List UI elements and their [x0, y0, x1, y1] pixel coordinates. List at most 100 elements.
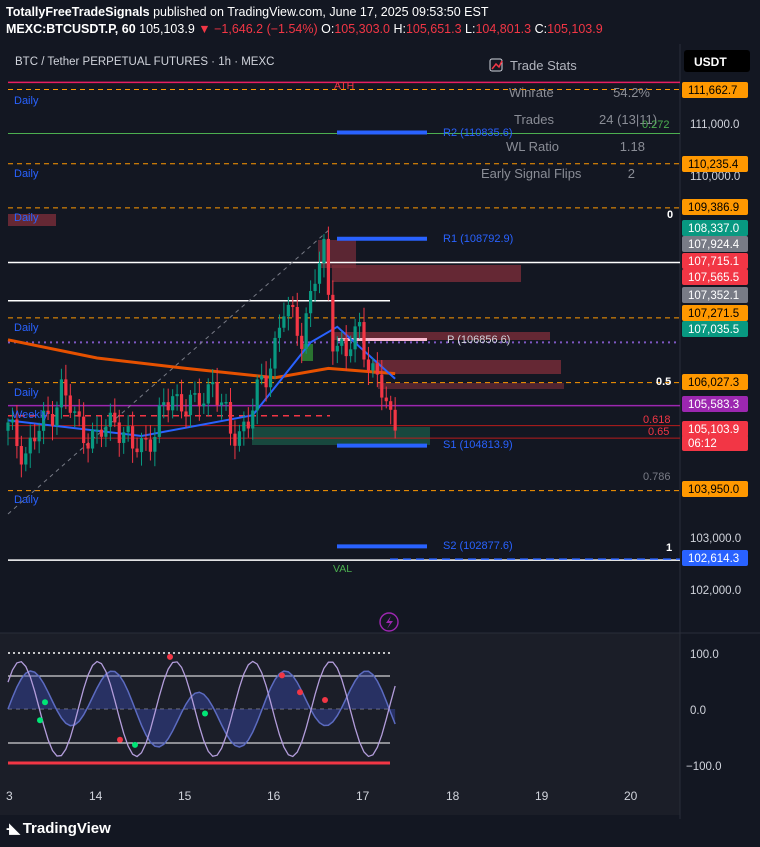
- supply-zone: [378, 383, 564, 389]
- osc-signal-dot: [322, 697, 328, 704]
- candle-body: [344, 338, 348, 357]
- candle-body: [37, 430, 41, 442]
- candle-body: [50, 413, 55, 426]
- candle-body: [375, 363, 379, 375]
- candle-body: [211, 382, 215, 385]
- weekly-label: Weekly: [12, 409, 48, 421]
- price-change: ▼ −1,646.2 (−1.54%): [198, 22, 318, 36]
- candle-body: [33, 437, 37, 442]
- fib-0-label: 0: [667, 209, 673, 221]
- candle-body: [197, 393, 201, 407]
- candle-body: [122, 432, 126, 443]
- usdt-button-label[interactable]: USDT: [694, 55, 727, 69]
- candle-body: [139, 438, 144, 453]
- candle-body: [179, 394, 184, 412]
- candle-body: [15, 419, 19, 447]
- candle-body: [108, 412, 112, 427]
- s2-label: S2 (102877.6): [443, 540, 513, 552]
- open-value: 105,303.0: [334, 22, 390, 36]
- candle-body: [6, 422, 10, 431]
- price-tag-label: 107,352.1: [688, 290, 739, 302]
- published-date: published on TradingView.com, June 17, 2…: [153, 5, 489, 19]
- candle-body: [371, 363, 375, 371]
- price-tag-label: 111,662.7: [688, 85, 737, 97]
- usdt-button[interactable]: USDT: [684, 50, 750, 72]
- candle-body: [353, 326, 357, 350]
- close-value: 105,103.9: [547, 22, 603, 36]
- candle-body: [220, 402, 224, 406]
- stat-label: WL Ratio: [506, 139, 559, 154]
- fib-1-label: 1: [666, 542, 672, 554]
- time-label: 16: [267, 789, 281, 803]
- ohlc-line: MEXC:BTCUSDT.P, 60 105,103.9 ▼ −1,646.2 …: [6, 22, 603, 36]
- candle-body: [340, 338, 344, 346]
- time-label: 14: [89, 789, 103, 803]
- stat-label: Winrate: [509, 85, 554, 100]
- price-tag-label: 107,565.5: [688, 272, 739, 284]
- price-tag-label: 106,027.3: [688, 377, 739, 389]
- candle-body: [162, 402, 166, 406]
- daily-label: Daily: [14, 322, 39, 334]
- osc-signal-dot: [297, 689, 303, 696]
- candle-body: [126, 426, 130, 433]
- chart-canvas[interactable]: BTC / Tether PERPETUAL FUTURES · 1h · ME…: [0, 44, 760, 819]
- osc-signal-dot: [42, 699, 48, 706]
- symbol-label: MEXC:BTCUSDT.P, 60: [6, 22, 136, 36]
- candle-body: [304, 313, 308, 349]
- candle-body: [77, 411, 81, 417]
- candle-body: [215, 382, 219, 406]
- daily-label: Daily: [14, 387, 39, 399]
- candle-body: [24, 453, 28, 465]
- tradingview-brand[interactable]: ‑◣ TradingView: [6, 819, 111, 837]
- candle-body: [389, 401, 393, 410]
- fib-0618-label: 0.618: [643, 414, 671, 426]
- candle-body: [331, 294, 335, 352]
- candle-body: [148, 439, 152, 452]
- candle-body: [282, 316, 286, 328]
- osc-tick: −100.0: [686, 761, 722, 773]
- candle-body: [166, 402, 170, 411]
- time-label: 19: [535, 789, 549, 803]
- candle-body: [255, 379, 259, 411]
- candle-body: [135, 448, 139, 453]
- candle-body: [335, 345, 339, 352]
- price-tag-label: 107,271.5: [688, 308, 739, 320]
- time-label: 15: [178, 789, 192, 803]
- time-label: 3: [6, 789, 13, 803]
- candle-body: [193, 393, 197, 395]
- candle-body: [233, 433, 237, 446]
- candle-body: [59, 379, 63, 408]
- supply-zone: [332, 265, 521, 282]
- fib-065-label: 0.65: [648, 426, 669, 438]
- osc-signal-dot: [279, 672, 285, 679]
- brand-name: TradingView: [22, 820, 111, 837]
- candle-body: [55, 407, 59, 426]
- daily-label: Daily: [14, 168, 39, 180]
- candle-body: [246, 421, 250, 429]
- time-label: 20: [624, 789, 638, 803]
- candle-body: [260, 375, 264, 380]
- candle-body: [68, 395, 72, 413]
- candle-body: [366, 359, 371, 371]
- daily-label: Daily: [14, 212, 39, 224]
- price-tag-label: 110,235.4: [688, 159, 739, 171]
- candle-body: [291, 304, 295, 308]
- candle-body: [175, 394, 179, 397]
- candle-body: [384, 397, 388, 402]
- candle-body: [82, 416, 86, 444]
- candle-body: [268, 368, 273, 388]
- stat-value: 54.2%: [613, 85, 650, 100]
- price-tag-label: 107,924.4: [688, 239, 740, 251]
- candle-body: [64, 379, 68, 396]
- time-label: 17: [356, 789, 370, 803]
- price-tag-label: 105,583.3: [688, 399, 739, 411]
- p-label: P (106856.6): [447, 334, 510, 346]
- candle-body: [144, 438, 148, 440]
- publish-info: TotallyFreeTradeSignals published on Tra…: [6, 5, 488, 19]
- author-name[interactable]: TotallyFreeTradeSignals: [6, 5, 150, 19]
- low-value: 104,801.3: [475, 22, 532, 36]
- high-value: 105,651.3: [405, 22, 462, 36]
- osc-signal-dot: [167, 653, 173, 660]
- candle-body: [295, 307, 299, 336]
- candle-body: [273, 337, 277, 369]
